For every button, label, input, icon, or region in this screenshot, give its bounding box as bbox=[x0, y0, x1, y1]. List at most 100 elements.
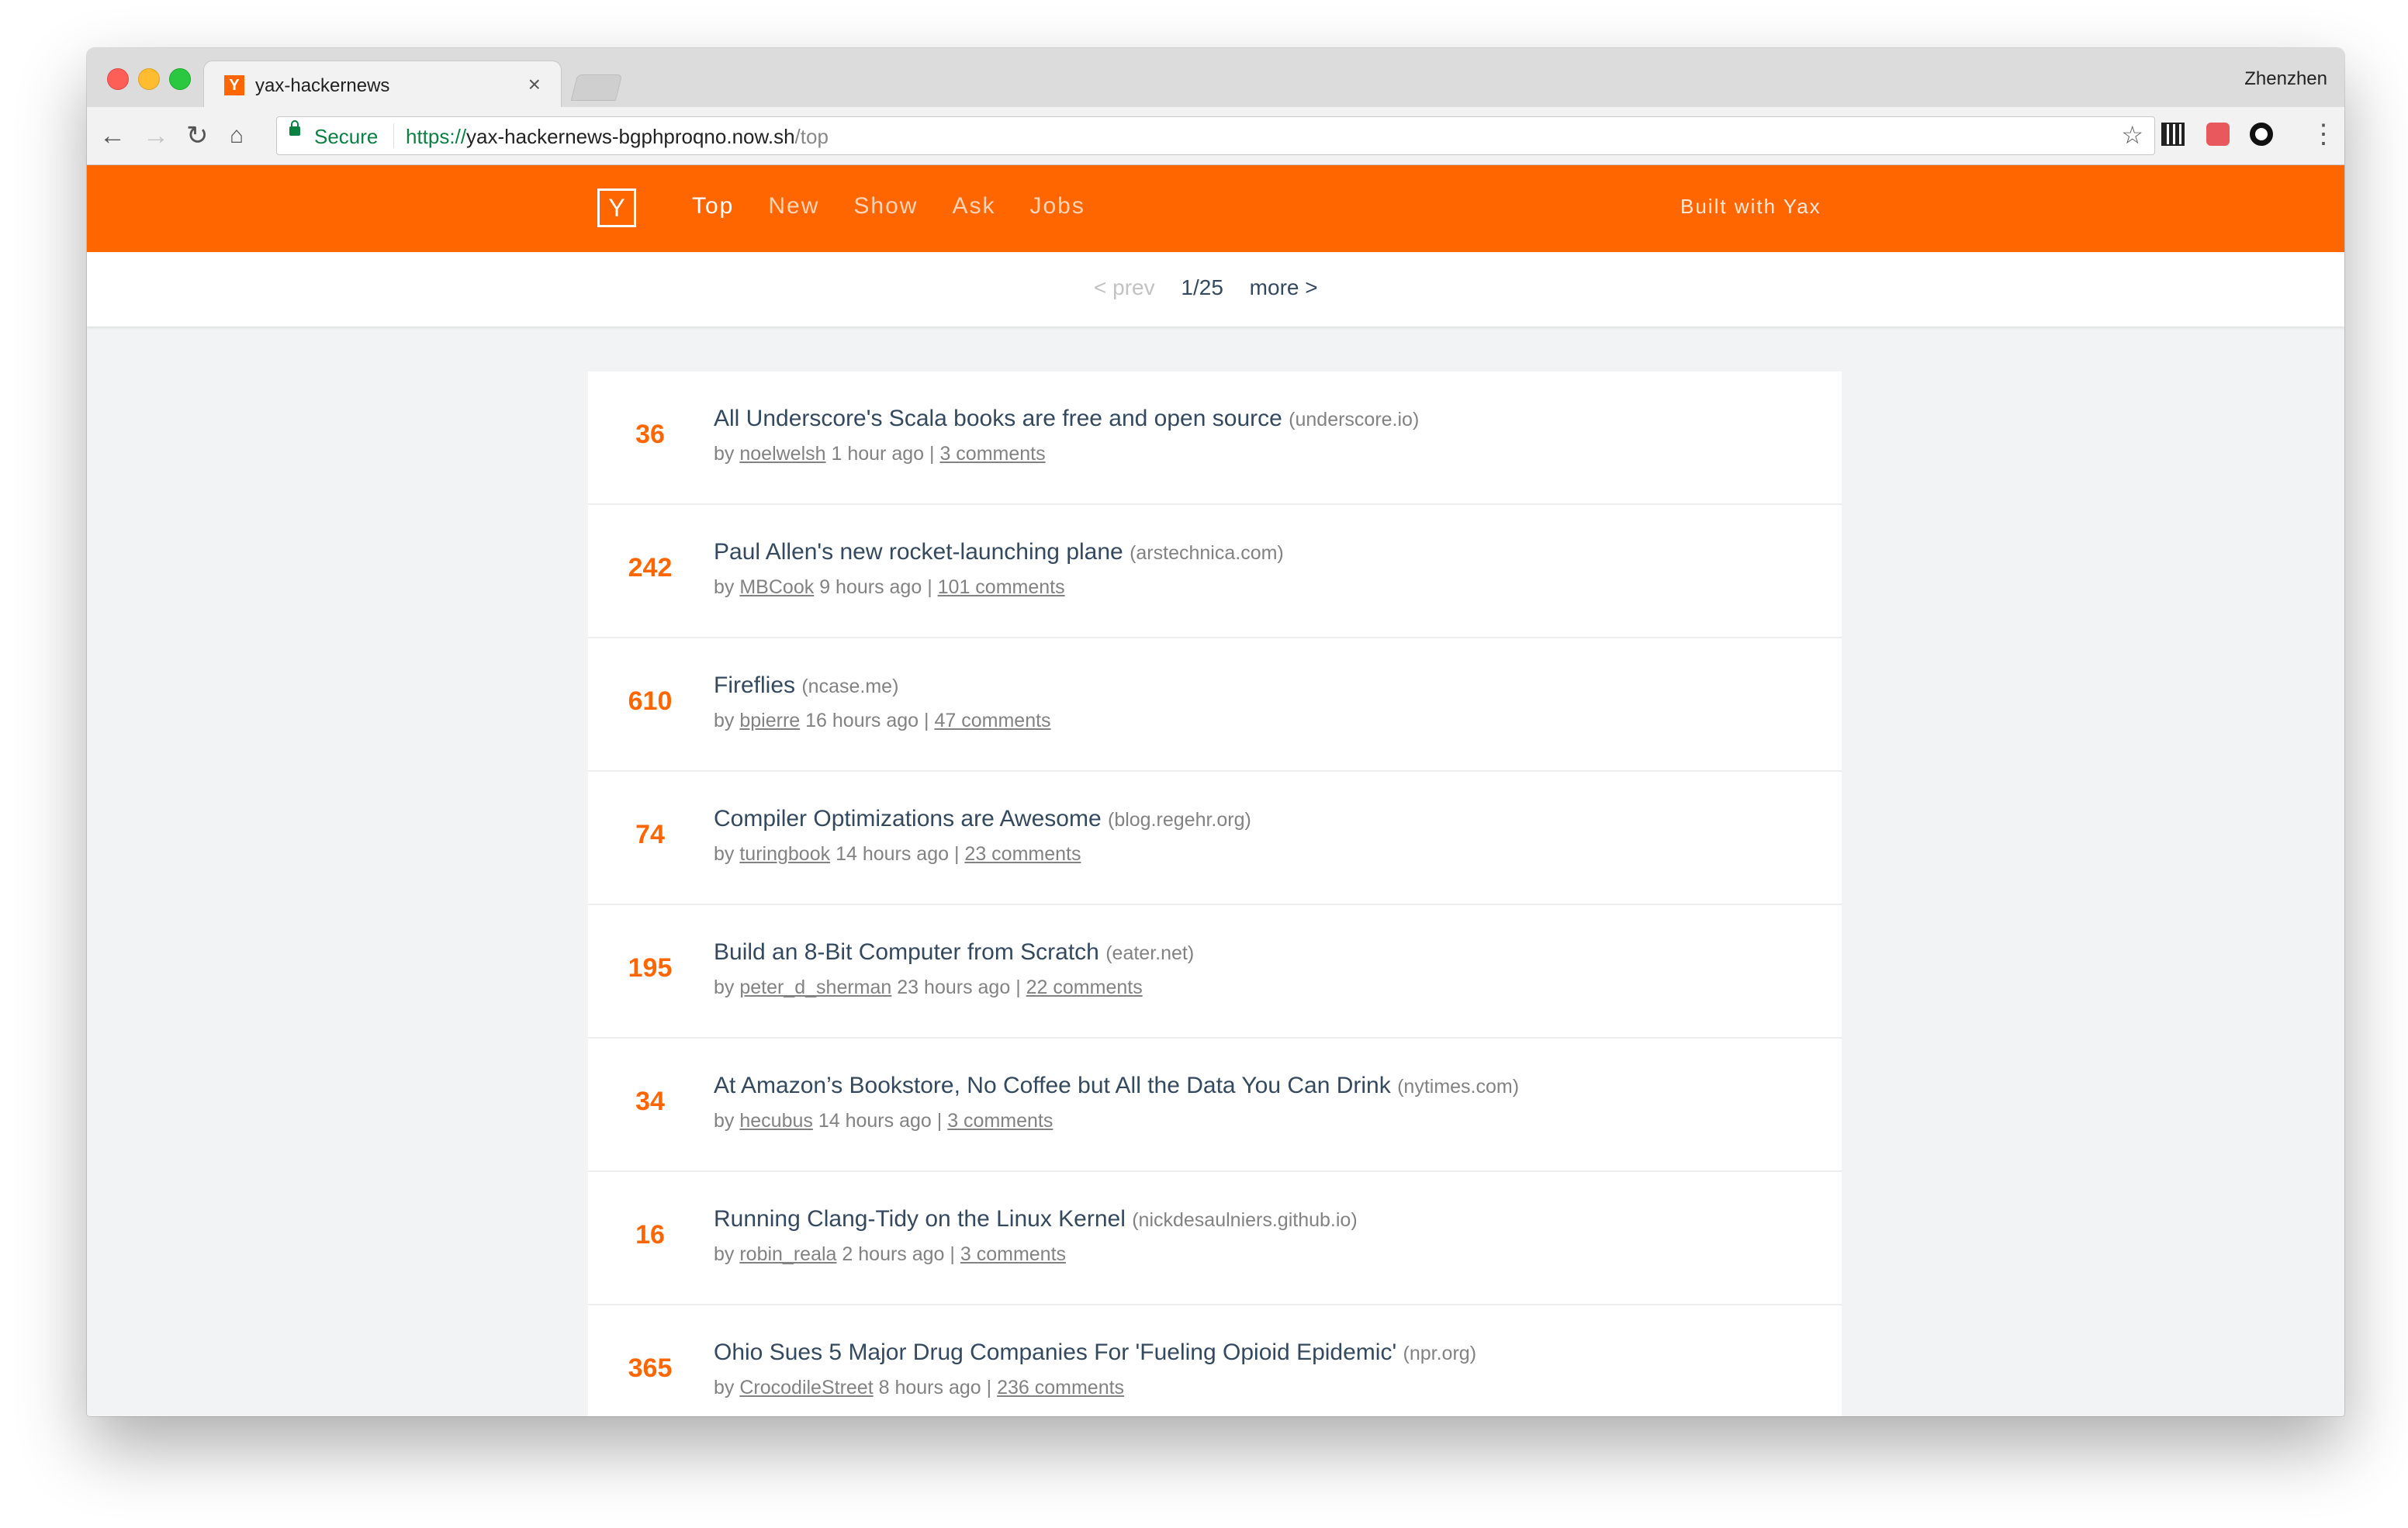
pagination-bar: < prev 1/25 more > bbox=[87, 252, 2344, 327]
story-comments-link[interactable]: 236 comments bbox=[997, 1377, 1124, 1398]
by-label: by bbox=[714, 843, 735, 865]
story-meta: by noelwelsh 1 hour ago | 3 comments bbox=[714, 443, 1046, 465]
story-user-link[interactable]: peter_d_sherman bbox=[739, 977, 891, 998]
nav-ask[interactable]: Ask bbox=[952, 193, 995, 220]
story-user-link[interactable]: noelwelsh bbox=[739, 443, 825, 465]
story-time: 8 hours ago bbox=[878, 1377, 981, 1398]
story-title-link[interactable]: Ohio Sues 5 Major Drug Companies For 'Fu… bbox=[714, 1340, 1396, 1365]
story-title-link[interactable]: Fireflies bbox=[714, 672, 795, 698]
story-host: (underscore.io) bbox=[1289, 409, 1420, 430]
reload-icon[interactable]: ↻ bbox=[186, 116, 209, 155]
story-host: (arstechnica.com) bbox=[1130, 542, 1284, 564]
zoom-window-button[interactable] bbox=[169, 68, 191, 90]
story-meta: by CrocodileStreet 8 hours ago | 236 com… bbox=[714, 1377, 1124, 1399]
story-comments-link[interactable]: 47 comments bbox=[935, 710, 1051, 731]
story-title-link[interactable]: Compiler Optimizations are Awesome bbox=[714, 806, 1102, 831]
story-host: (blog.regehr.org) bbox=[1108, 809, 1251, 831]
back-arrow-icon[interactable]: ← bbox=[99, 116, 126, 155]
story-user-link[interactable]: robin_reala bbox=[739, 1243, 836, 1265]
red-extension-icon[interactable] bbox=[2206, 123, 2230, 146]
secure-label: Secure bbox=[314, 125, 379, 148]
browser-toolbar: ← → ↻ ⌂ Secure https://yax-hackernews-bg… bbox=[87, 107, 2344, 165]
ring-extension-icon[interactable] bbox=[2250, 123, 2273, 146]
url-text[interactable]: https://yax-hackernews-bgphproqno.now.sh… bbox=[406, 125, 829, 149]
close-window-button[interactable] bbox=[107, 68, 129, 90]
qr-code-extension-icon[interactable] bbox=[2161, 123, 2185, 146]
story-score: 34 bbox=[635, 1087, 665, 1116]
nav-show[interactable]: Show bbox=[853, 193, 918, 220]
story-host: (npr.org) bbox=[1403, 1343, 1477, 1364]
story-comments-link[interactable]: 101 comments bbox=[938, 576, 1065, 598]
meta-separator: | bbox=[950, 1243, 955, 1265]
meta-separator: | bbox=[924, 710, 929, 731]
home-icon[interactable]: ⌂ bbox=[230, 116, 244, 155]
story-user-link[interactable]: turingbook bbox=[739, 843, 830, 865]
new-tab-button[interactable] bbox=[570, 74, 623, 101]
page-content: Y Top New Show Ask Jobs Built with Yax <… bbox=[87, 165, 2344, 1416]
story-comments-link[interactable]: 3 comments bbox=[960, 1243, 1066, 1265]
by-label: by bbox=[714, 443, 735, 465]
meta-separator: | bbox=[986, 1377, 992, 1398]
story-host: (nytimes.com) bbox=[1397, 1076, 1520, 1098]
nav-jobs[interactable]: Jobs bbox=[1029, 193, 1085, 220]
story-meta: by MBCook 9 hours ago | 101 comments bbox=[714, 576, 1065, 599]
address-bar[interactable]: Secure https://yax-hackernews-bgphproqno… bbox=[276, 116, 2155, 155]
story-user-link[interactable]: MBCook bbox=[739, 576, 814, 598]
url-host: yax-hackernews-bgphproqno.now.sh bbox=[466, 125, 795, 148]
by-label: by bbox=[714, 576, 735, 598]
story-comments-link[interactable]: 22 comments bbox=[1026, 977, 1143, 998]
story-comments-link[interactable]: 3 comments bbox=[939, 443, 1045, 465]
story-item: 34 At Amazon’s Bookstore, No Coffee but … bbox=[588, 1039, 1842, 1172]
story-time: 23 hours ago bbox=[897, 977, 1011, 998]
story-host: (eater.net) bbox=[1105, 942, 1195, 964]
forward-arrow-icon[interactable]: → bbox=[143, 116, 169, 155]
story-title-link[interactable]: At Amazon’s Bookstore, No Coffee but All… bbox=[714, 1073, 1391, 1098]
story-list: 36 All Underscore's Scala books are free… bbox=[588, 372, 1842, 1416]
story-meta: by bpierre 16 hours ago | 47 comments bbox=[714, 710, 1051, 732]
site-header: Y Top New Show Ask Jobs Built with Yax bbox=[87, 165, 2344, 252]
story-user-link[interactable]: hecubus bbox=[739, 1110, 813, 1132]
story-time: 14 hours ago bbox=[836, 843, 950, 865]
story-item: 365 Ohio Sues 5 Major Drug Companies For… bbox=[588, 1305, 1842, 1416]
story-item: 36 All Underscore's Scala books are free… bbox=[588, 372, 1842, 505]
story-comments-link[interactable]: 3 comments bbox=[947, 1110, 1053, 1132]
lock-icon bbox=[289, 120, 300, 136]
story-host: (ncase.me) bbox=[801, 676, 899, 697]
tab-close-icon[interactable]: × bbox=[528, 72, 541, 97]
story-comments-link[interactable]: 23 comments bbox=[964, 843, 1081, 865]
nav-new[interactable]: New bbox=[768, 193, 819, 220]
site-nav: Top New Show Ask Jobs bbox=[692, 193, 1119, 220]
story-user-link[interactable]: CrocodileStreet bbox=[739, 1377, 873, 1398]
profile-name[interactable]: Zhenzhen bbox=[2244, 68, 2327, 90]
kebab-menu-icon[interactable]: ⋮ bbox=[2310, 116, 2337, 152]
built-with-link[interactable]: Built with Yax bbox=[1680, 195, 1822, 219]
meta-separator: | bbox=[927, 576, 932, 598]
story-title-link[interactable]: Paul Allen's new rocket-launching plane bbox=[714, 539, 1123, 565]
url-divider bbox=[393, 123, 394, 148]
bookmark-star-icon[interactable]: ☆ bbox=[2121, 120, 2143, 150]
url-scheme: https:// bbox=[406, 125, 467, 148]
story-meta: by hecubus 14 hours ago | 3 comments bbox=[714, 1110, 1053, 1132]
title-bar: Y yax-hackernews × Zhenzhen bbox=[87, 48, 2344, 109]
browser-window: Y yax-hackernews × Zhenzhen ← → ↻ ⌂ Secu… bbox=[87, 48, 2344, 1416]
prev-page-link[interactable]: < prev bbox=[1094, 275, 1155, 299]
minimize-window-button[interactable] bbox=[138, 68, 160, 90]
story-time: 14 hours ago bbox=[818, 1110, 932, 1132]
story-title-link[interactable]: Build an 8-Bit Computer from Scratch bbox=[714, 939, 1099, 965]
story-score: 36 bbox=[635, 420, 665, 449]
story-score: 16 bbox=[635, 1220, 665, 1250]
y-logo-icon[interactable]: Y bbox=[597, 188, 636, 227]
more-page-link[interactable]: more > bbox=[1250, 275, 1318, 299]
story-user-link[interactable]: bpierre bbox=[739, 710, 800, 731]
meta-separator: | bbox=[1015, 977, 1021, 998]
story-item: 16 Running Clang-Tidy on the Linux Kerne… bbox=[588, 1172, 1842, 1305]
story-title-link[interactable]: All Underscore's Scala books are free an… bbox=[714, 406, 1282, 431]
nav-top[interactable]: Top bbox=[692, 193, 734, 220]
story-time: 1 hour ago bbox=[831, 443, 925, 465]
story-score: 365 bbox=[628, 1353, 673, 1383]
meta-separator: | bbox=[929, 443, 935, 465]
story-time: 2 hours ago bbox=[842, 1243, 945, 1265]
story-item: 74 Compiler Optimizations are Awesome (b… bbox=[588, 772, 1842, 905]
browser-tab[interactable]: Y yax-hackernews × bbox=[203, 60, 562, 109]
story-title-link[interactable]: Running Clang-Tidy on the Linux Kernel bbox=[714, 1206, 1126, 1232]
